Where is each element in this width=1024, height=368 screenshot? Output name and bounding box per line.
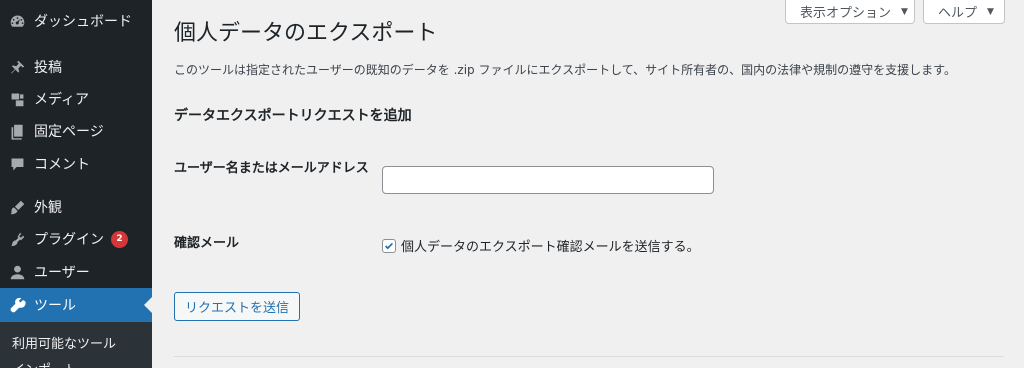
sidebar-item-appearance[interactable]: 外観	[0, 190, 152, 224]
sidebar-item-plugins[interactable]: プラグイン 2	[0, 222, 152, 256]
user-icon	[9, 264, 26, 281]
admin-sidebar: ダッシュボード 投稿 メディア 固定ページ コメント 外観 プラグイン 2 ユー…	[0, 0, 152, 368]
sidebar-item-media[interactable]: メディア	[0, 82, 152, 116]
page-title: 個人データのエクスポート	[174, 21, 438, 46]
sidebar-item-label: ツール	[34, 298, 76, 314]
sidebar-item-label: ダッシュボード	[34, 14, 132, 30]
submenu-item-available-tools[interactable]: 利用可能なツール	[12, 333, 116, 352]
sidebar-item-users[interactable]: ユーザー	[0, 255, 152, 289]
media-icon	[9, 91, 26, 108]
plugin-update-badge: 2	[111, 230, 128, 248]
divider	[174, 356, 1004, 357]
sidebar-item-label: ユーザー	[34, 265, 90, 281]
sidebar-item-pages[interactable]: 固定ページ	[0, 114, 152, 148]
confirm-email-row: 個人データのエクスポート確認メールを送信する。	[382, 236, 700, 255]
dashboard-icon	[9, 13, 26, 30]
sidebar-item-label: コメント	[34, 157, 90, 173]
screen-options-button[interactable]: 表示オプション ▼	[785, 0, 915, 24]
page-description: このツールは指定されたユーザーの既知のデータを .zip ファイルにエクスポート…	[174, 63, 956, 77]
send-request-button[interactable]: リクエストを送信	[174, 292, 301, 321]
sidebar-item-label: 投稿	[34, 60, 62, 76]
help-button[interactable]: ヘルプ ▼	[923, 0, 1005, 24]
brush-icon	[9, 199, 26, 216]
triangle-down-icon: ▼	[901, 6, 908, 17]
sidebar-item-dashboard[interactable]: ダッシュボード	[0, 4, 152, 38]
screen-options-label: 表示オプション	[800, 6, 892, 21]
tools-submenu: 利用可能なツール インポート	[0, 322, 152, 368]
sidebar-item-comments[interactable]: コメント	[0, 147, 152, 181]
sidebar-item-tools[interactable]: ツール	[0, 288, 152, 322]
section-title: データエクスポートリクエストを追加	[174, 108, 412, 124]
sidebar-item-posts[interactable]: 投稿	[0, 50, 152, 84]
help-label: ヘルプ	[938, 6, 978, 21]
triangle-down-icon: ▼	[987, 6, 994, 17]
wrench-icon	[9, 297, 26, 314]
submenu-item-import[interactable]: インポート	[12, 359, 77, 368]
pin-icon	[9, 59, 26, 76]
username-label: ユーザー名またはメールアドレス	[174, 161, 369, 176]
username-input[interactable]	[382, 166, 714, 194]
confirm-email-checkbox[interactable]	[382, 238, 396, 253]
current-menu-arrow	[144, 297, 152, 313]
plugin-icon	[9, 231, 26, 248]
sidebar-item-label: メディア	[34, 92, 90, 108]
page-icon	[9, 123, 26, 140]
sidebar-item-label: プラグイン	[34, 232, 104, 248]
confirm-email-checkbox-label[interactable]: 個人データのエクスポート確認メールを送信する。	[401, 236, 700, 255]
sidebar-item-label: 固定ページ	[34, 124, 104, 140]
sidebar-item-label: 外観	[34, 200, 62, 216]
confirm-email-label: 確認メール	[174, 236, 240, 251]
checkmark-icon	[384, 242, 394, 249]
comment-icon	[9, 156, 26, 173]
